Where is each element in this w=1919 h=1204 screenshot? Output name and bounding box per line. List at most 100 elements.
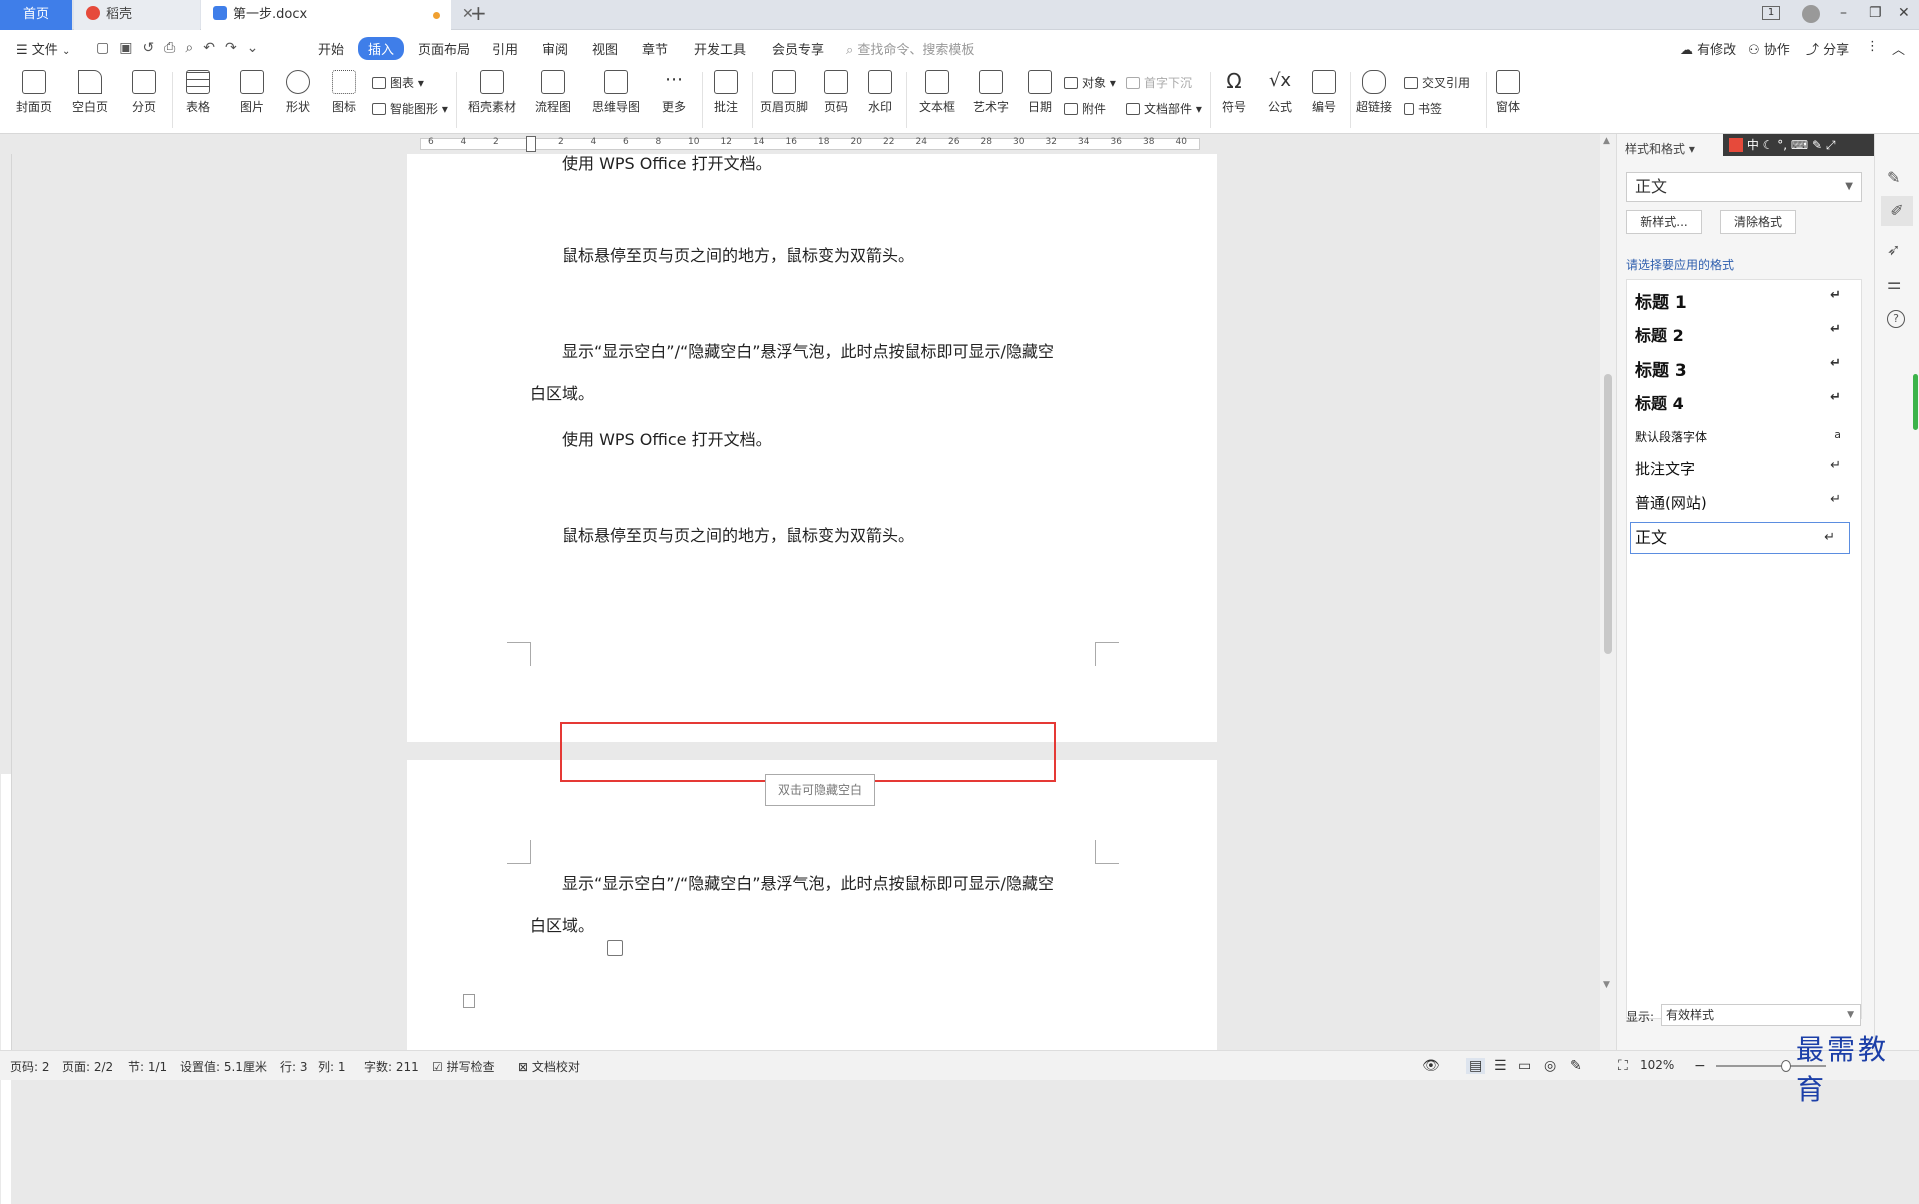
smart-art-button[interactable]: 智能图形 ▾ [372, 100, 448, 117]
style-item-heading3[interactable]: 标题 3 ↵ [1635, 356, 1855, 381]
tab-document[interactable]: 第一步.docx [201, 0, 451, 30]
header-footer-button[interactable]: 页眉页脚 [756, 70, 812, 115]
scroll-down-icon[interactable]: ▼ [1603, 980, 1610, 990]
picture-button[interactable]: 图片 [232, 70, 272, 115]
style-item-default-font[interactable]: 默认段落字体 a [1635, 428, 1855, 445]
style-item-normal[interactable]: 正文 ↵ [1630, 522, 1850, 554]
cover-page-button[interactable]: 封面页 [12, 70, 56, 115]
close-button[interactable]: ✕ [1898, 5, 1910, 21]
user-avatar[interactable] [1802, 5, 1820, 23]
outline-view-icon[interactable]: ☰ [1494, 1058, 1507, 1074]
section-status[interactable]: 节: 1/1 [128, 1058, 167, 1075]
table-button[interactable]: 表格 [178, 70, 218, 115]
setting-status[interactable]: 设置值: 5.1厘米 [180, 1058, 267, 1075]
show-filter-select[interactable]: 有效样式 ▼ [1661, 1004, 1861, 1026]
symbol-button[interactable]: Ω 符号 [1214, 70, 1254, 115]
style-list[interactable]: 标题 1 ↵ 标题 2 ↵ 标题 3 ↵ 标题 4 ↵ 默认段落字体 a 批注文字 ↵ 普通… [1626, 279, 1862, 1019]
numbering-button[interactable]: 编号 [1304, 70, 1344, 115]
tab-start[interactable]: 开始 [318, 39, 344, 58]
row-status[interactable]: 行: 3 [280, 1058, 308, 1075]
tab-developer[interactable]: 开发工具 [694, 39, 746, 58]
current-style-select[interactable]: 正文 ▼ [1626, 172, 1862, 202]
page-menu-icon[interactable] [463, 994, 475, 1008]
pages-status[interactable]: 页面: 2/2 [62, 1058, 113, 1075]
share-button[interactable]: ⤴ 分享 [1806, 39, 1849, 58]
drop-cap-button[interactable]: 首字下沉 [1126, 74, 1192, 91]
tab-home[interactable]: 首页 [0, 0, 72, 30]
zoom-slider-thumb[interactable] [1781, 1060, 1791, 1072]
hyperlink-button[interactable]: 超链接 [1352, 70, 1396, 115]
form-button[interactable]: 窗体 [1488, 70, 1528, 115]
horizontal-ruler[interactable]: 6 4 2 2 4 6 8 10 12 14 16 18 20 22 24 26 28 30 32 34 36 38 40 [0, 134, 1600, 154]
proofread-button[interactable]: ⊠ 文档校对 [518, 1058, 580, 1075]
adjust-icon[interactable]: ⚌ [1887, 274, 1901, 293]
panel-title[interactable]: 样式和格式 ▾ [1625, 140, 1695, 157]
hide-blank-tooltip[interactable]: 双击可隐藏空白 [765, 774, 875, 806]
icon-button[interactable]: 图标 [324, 70, 364, 115]
style-item-heading2[interactable]: 标题 2 ↵ [1635, 322, 1855, 346]
web-view-icon[interactable]: ◎ [1544, 1058, 1556, 1074]
more-icon[interactable]: ⋮ [1866, 39, 1879, 54]
attachment-button[interactable]: 附件 [1064, 100, 1106, 117]
tab-review[interactable]: 审阅 [542, 39, 568, 58]
spell-check-button[interactable]: ☑ 拼写检查 [432, 1058, 495, 1075]
modify-button[interactable]: ☁ 有修改 [1680, 39, 1736, 58]
date-button[interactable]: 日期 [1020, 70, 1060, 115]
ime-toolbar[interactable]: 中 ☾ °, ⌨ ✎ ⤢ [1723, 134, 1875, 156]
tab-insert[interactable]: 插入 [358, 37, 405, 60]
tab-daoke[interactable]: 稻壳 [74, 0, 200, 30]
tab-member[interactable]: 会员专享 [772, 39, 824, 58]
style-item-heading1[interactable]: 标题 1 ↵ [1635, 288, 1855, 313]
page-number-status[interactable]: 页码: 2 [10, 1058, 50, 1075]
indent-marker-icon[interactable] [526, 136, 536, 152]
formula-button[interactable]: √x 公式 [1260, 70, 1300, 115]
vertical-scrollbar[interactable]: ▲ ▼ [1600, 134, 1616, 1050]
page-view-icon[interactable]: ▤ [1466, 1058, 1486, 1074]
zoom-out-icon[interactable]: − [1694, 1058, 1706, 1074]
page-number-button[interactable]: 页码 [816, 70, 856, 115]
collab-button[interactable]: ⚇ 协作 [1748, 39, 1790, 58]
fit-page-icon[interactable]: ⛶ [1618, 1058, 1628, 1074]
flowchart-button[interactable]: 流程图 [528, 70, 578, 115]
shape-button[interactable]: 形状 [278, 70, 318, 115]
page-1[interactable]: 使用 WPS Office 打开文档。 鼠标悬停至页与页之间的地方，鼠标变为双箭… [407, 154, 1217, 742]
layout-button[interactable]: 1 [1762, 6, 1780, 20]
tab-view[interactable]: 视图 [592, 39, 618, 58]
object-button[interactable]: 对象 ▾ [1064, 74, 1116, 91]
eye-protect-icon[interactable]: 👁 [1422, 1058, 1440, 1074]
vertical-ruler[interactable] [0, 154, 12, 1204]
blank-page-button[interactable]: 空白页 [68, 70, 112, 115]
bookmark-button[interactable]: 书签 [1404, 100, 1442, 117]
doc-part-button[interactable]: 文档部件 ▾ [1126, 100, 1202, 117]
zoom-level[interactable]: 102% [1640, 1058, 1674, 1072]
restore-button[interactable]: ❐ [1869, 5, 1882, 21]
edit-pen-icon[interactable]: ✐ [1881, 196, 1913, 226]
cross-ref-button[interactable]: 交叉引用 [1404, 74, 1470, 91]
word-count-status[interactable]: 字数: 211 [364, 1058, 419, 1075]
command-search[interactable]: ⌕ 查找命令、搜索模板 [846, 39, 974, 58]
textbox-button[interactable]: 文本框 [912, 70, 962, 115]
write-mode-icon[interactable]: ✎ [1570, 1058, 1582, 1074]
tab-reference[interactable]: 引用 [492, 39, 518, 58]
mindmap-button[interactable]: 思维导图 [586, 70, 646, 115]
minimize-button[interactable]: – [1840, 5, 1847, 21]
scroll-up-icon[interactable]: ▲ [1603, 136, 1610, 146]
style-item-heading4[interactable]: 标题 4 ↵ [1635, 390, 1855, 414]
read-view-icon[interactable]: ▭ [1518, 1058, 1531, 1074]
clear-format-button[interactable]: 清除格式 [1720, 210, 1796, 234]
wordart-button[interactable]: 艺术字 [966, 70, 1016, 115]
tab-chapter[interactable]: 章节 [642, 39, 668, 58]
watermark-button[interactable]: 水印 [860, 70, 900, 115]
page-break-button[interactable]: 分页 [124, 70, 164, 115]
style-item-web[interactable]: 普通(网站) ↵ [1635, 492, 1855, 513]
col-status[interactable]: 列: 1 [318, 1058, 346, 1075]
style-brush-icon[interactable]: ✎ [1887, 168, 1907, 188]
collapse-ribbon-icon[interactable]: ︿ [1892, 39, 1905, 58]
new-style-button[interactable]: 新样式... [1626, 210, 1702, 234]
scroll-thumb[interactable] [1604, 374, 1612, 654]
daoke-material-button[interactable]: 稻壳素材 [466, 70, 518, 115]
add-tab-icon[interactable]: + [470, 1, 487, 25]
select-cursor-icon[interactable]: ➶ [1887, 240, 1900, 259]
comment-button[interactable]: 批注 [706, 70, 746, 115]
help-icon[interactable]: ? [1887, 310, 1905, 328]
